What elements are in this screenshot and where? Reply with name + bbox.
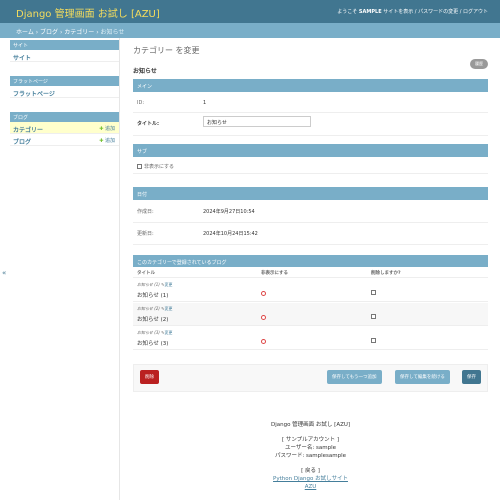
- original-label: お知らせ (1) ✎変更: [137, 282, 173, 288]
- sidebar-item-label[interactable]: サイト: [13, 55, 31, 62]
- fieldset-main-caption: メイン: [133, 79, 488, 92]
- column-header-title: タイトル: [137, 271, 155, 276]
- id-value: 1: [203, 100, 207, 106]
- breadcrumb-model[interactable]: カテゴリー: [64, 29, 94, 36]
- module-caption-blog[interactable]: ブログ: [10, 112, 119, 122]
- view-site-link[interactable]: サイトを表示: [383, 9, 413, 15]
- user-tools: ようこそ SAMPLE サイトを表示 / パスワードの変更 / ログアウト: [337, 9, 488, 15]
- footer-azu-link[interactable]: AZU: [305, 484, 317, 490]
- blog-title-cell[interactable]: お知らせ (2): [137, 315, 168, 323]
- delete-checkbox[interactable]: [371, 338, 376, 343]
- footer-title: Django 管理画面 お試し [AZU]: [270, 422, 351, 428]
- page-title: カテゴリー を変更: [133, 46, 200, 55]
- object-name: お知らせ: [133, 68, 157, 75]
- inline-caption: このカテゴリーで登録されているブログ: [133, 255, 488, 267]
- hidden-false-icon: [261, 315, 266, 320]
- footer-username: ユーザー名: sample: [285, 445, 336, 451]
- change-link[interactable]: 変更: [165, 306, 173, 311]
- delete-checkbox[interactable]: [371, 290, 376, 295]
- sidebar-item-flatpages[interactable]: フラットページ: [10, 86, 119, 98]
- column-header-delete: 削除しますか?: [371, 271, 401, 276]
- save-continue-button[interactable]: 保存して編集を続ける: [395, 370, 450, 384]
- delete-button[interactable]: 削除: [140, 370, 159, 384]
- sidebar-item-blog[interactable]: ブログ ✚ 追加: [10, 134, 119, 146]
- footer-back: [ 戻る ]: [301, 468, 320, 474]
- original-text: お知らせ (3): [137, 330, 160, 335]
- plus-icon: ✚: [99, 126, 104, 132]
- welcome-text: ようこそ: [337, 9, 358, 15]
- nav-sidebar: サイト サイト フラットページ フラットページ ブログ カテゴリー ✚ 追加 ブ…: [10, 38, 120, 500]
- form-row-hidden: 非表示にする: [133, 158, 488, 174]
- blog-title-cell[interactable]: お知らせ (1): [137, 291, 168, 299]
- created-value: 2024年9月27日10:54: [203, 209, 255, 215]
- original-label: お知らせ (3) ✎変更: [137, 330, 173, 336]
- table-row: お知らせ (3) ✎変更 お知らせ (3): [133, 327, 488, 350]
- logout-link[interactable]: ログアウト: [463, 9, 488, 15]
- created-label: 作成日:: [137, 209, 154, 215]
- add-category-link[interactable]: ✚ 追加: [99, 125, 115, 132]
- table-row: お知らせ (1) ✎変更 お知らせ (1): [133, 279, 488, 302]
- footer: Django 管理画面 お試し [AZU] [ サンプルアカウント ] ユーザー…: [133, 421, 488, 491]
- change-link[interactable]: 変更: [165, 282, 173, 287]
- footer-account-heading: [ サンプルアカウント ]: [281, 437, 340, 443]
- footer-password: パスワード: samplesample: [274, 453, 347, 459]
- submit-row: 削除 保存してもう一つ追加 保存して編集を続ける 保存: [133, 364, 488, 392]
- sidebar-item-sites[interactable]: サイト: [10, 50, 119, 62]
- plus-icon: ✚: [99, 138, 104, 144]
- id-label: ID:: [137, 100, 145, 106]
- history-button[interactable]: 履歴: [470, 59, 488, 69]
- form-row-created: 作成日: 2024年9月27日10:54: [133, 201, 488, 223]
- delete-checkbox[interactable]: [371, 314, 376, 319]
- fieldset-dates-caption: 日付: [133, 187, 488, 200]
- fieldset-sub-caption: サブ: [133, 144, 488, 157]
- save-add-another-button[interactable]: 保存してもう一つ追加: [327, 370, 382, 384]
- original-text: お知らせ (1): [137, 282, 160, 287]
- username: SAMPLE: [358, 9, 382, 15]
- hidden-label: 非表示にする: [144, 164, 175, 170]
- form-row-updated: 更新日: 2024年10月24日15:42: [133, 223, 488, 245]
- add-blog-link[interactable]: ✚ 追加: [99, 137, 115, 144]
- module-caption-flatpages[interactable]: フラットページ: [10, 76, 119, 86]
- table-row: お知らせ (2) ✎変更 お知らせ (2): [133, 303, 488, 326]
- hidden-false-icon: [261, 339, 266, 344]
- footer-site-link[interactable]: Python Django お試しサイト: [273, 476, 348, 482]
- change-link[interactable]: 変更: [165, 330, 173, 335]
- change-password-link[interactable]: パスワードの変更: [418, 9, 458, 15]
- sidebar-item-category[interactable]: カテゴリー ✚ 追加: [10, 122, 119, 134]
- hidden-field-wrap: 非表示にする: [137, 163, 174, 170]
- original-label: お知らせ (2) ✎変更: [137, 306, 173, 312]
- site-header: Django 管理画面 お試し [AZU] ようこそ SAMPLE サイトを表示…: [0, 0, 500, 23]
- breadcrumb-current: お知らせ: [100, 29, 125, 36]
- save-button[interactable]: 保存: [462, 370, 481, 384]
- module-caption-sites[interactable]: サイト: [10, 40, 119, 50]
- sidebar-item-label[interactable]: フラットページ: [13, 91, 55, 98]
- footer-spacer: [133, 460, 488, 467]
- sidebar-item-label[interactable]: カテゴリー: [13, 127, 43, 134]
- hidden-false-icon: [261, 291, 266, 296]
- original-text: お知らせ (2): [137, 306, 160, 311]
- breadcrumb: ホーム › ブログ › カテゴリー › お知らせ: [0, 23, 500, 38]
- site-brand-link[interactable]: Django 管理画面 お試し [AZU]: [16, 5, 160, 20]
- hidden-checkbox[interactable]: [137, 164, 142, 169]
- column-header-hidden: 非表示にする: [261, 271, 289, 276]
- module-flatpages: フラットページ フラットページ: [10, 76, 119, 98]
- inline-table-header: タイトル 非表示にする 削除しますか?: [133, 267, 488, 278]
- updated-value: 2024年10月24日15:42: [203, 231, 258, 237]
- title-label: タイトル:: [137, 121, 159, 127]
- module-blog: ブログ カテゴリー ✚ 追加 ブログ ✚ 追加: [10, 112, 119, 146]
- updated-label: 更新日:: [137, 231, 154, 237]
- title-field[interactable]: お知らせ: [203, 116, 311, 127]
- toggle-nav-sidebar-button[interactable]: «: [2, 269, 6, 277]
- breadcrumb-app[interactable]: ブログ: [40, 29, 58, 36]
- form-row-id: ID: 1: [133, 93, 488, 113]
- blog-title-cell[interactable]: お知らせ (3): [137, 339, 168, 347]
- form-row-title: タイトル: お知らせ: [133, 113, 488, 136]
- breadcrumb-home[interactable]: ホーム: [16, 29, 34, 36]
- module-sites: サイト サイト: [10, 40, 119, 62]
- footer-spacer: [133, 429, 488, 436]
- sidebar-item-label[interactable]: ブログ: [13, 139, 31, 146]
